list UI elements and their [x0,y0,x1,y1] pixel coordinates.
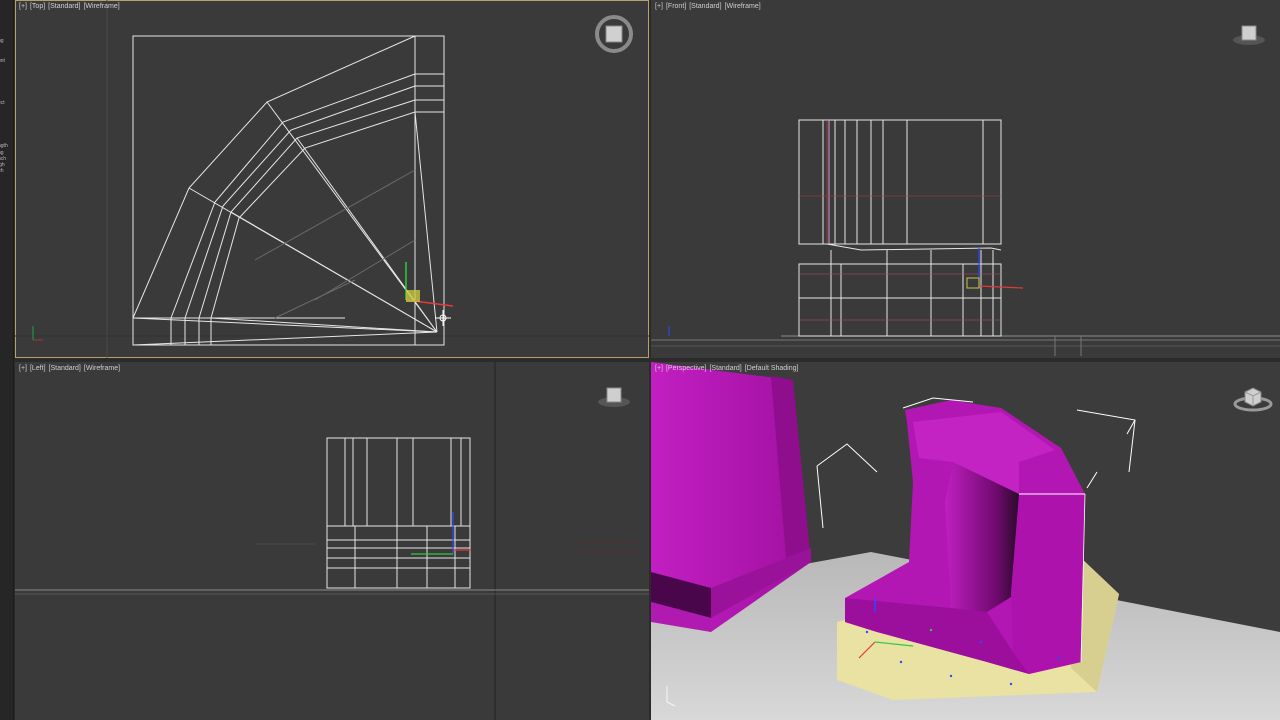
viewport-shading[interactable]: [Wireframe] [725,3,761,10]
viewport-label[interactable]: [+] [Top] [Standard] [Wireframe] [19,3,123,10]
steering-wheel-cube-icon[interactable] [593,14,635,54]
viewport-label[interactable]: [+] [Left] [Standard] [Wireframe] [19,365,123,372]
viewcube-icon[interactable] [1229,20,1269,48]
viewport-menu[interactable]: [+] [19,3,27,10]
viewport-point-of-view[interactable]: [Front] [666,3,686,10]
viewport-mode[interactable]: [Standard] [709,365,741,372]
viewport-point-of-view[interactable]: [Left] [30,365,46,372]
viewport-shading[interactable]: [Wireframe] [84,365,120,372]
panel-item[interactable]: ont [0,58,5,64]
command-panel-fragment: ng ont ect ngth ng nch igh eh [0,0,14,720]
left-wireframe [15,362,649,720]
panel-item[interactable]: ng [0,38,4,44]
viewport-mode[interactable]: [Standard] [48,3,80,10]
panel-item[interactable]: ngth [0,143,8,149]
viewport-point-of-view[interactable]: [Top] [30,3,45,10]
panel-item[interactable]: eh [0,168,4,174]
viewport-label[interactable]: [+] [Perspective] [Standard] [Default Shadi… [655,365,801,372]
front-wireframe [651,119,1280,356]
viewport-shading[interactable]: [Wireframe] [83,3,119,10]
viewport-label[interactable]: [+] [Front] [Standard] [Wireframe] [655,3,764,10]
top-viewport[interactable]: [+] [Top] [Standard] [Wireframe] [15,0,649,358]
viewport-menu[interactable]: [+] [19,365,27,372]
panel-item[interactable]: ect [0,100,5,106]
top-wireframe [15,0,649,358]
viewport-menu[interactable]: [+] [655,365,663,372]
left-viewport[interactable]: [+] [Left] [Standard] [Wireframe] [15,362,649,720]
front-viewport[interactable]: [+] [Front] [Standard] [Wireframe] [651,0,1280,358]
viewport-shading[interactable]: [Default Shading] [745,365,799,372]
viewport-menu[interactable]: [+] [655,3,663,10]
viewport-mode[interactable]: [Standard] [689,3,721,10]
viewcube-icon[interactable] [594,382,634,410]
perspective-viewport[interactable]: [+] [Perspective] [Standard] [Default Shadi… [651,362,1280,720]
perspective-scene [651,362,1280,720]
viewport-mode[interactable]: [Standard] [49,365,81,372]
viewport-point-of-view[interactable]: [Perspective] [666,365,706,372]
viewcube-icon[interactable] [1231,382,1275,414]
